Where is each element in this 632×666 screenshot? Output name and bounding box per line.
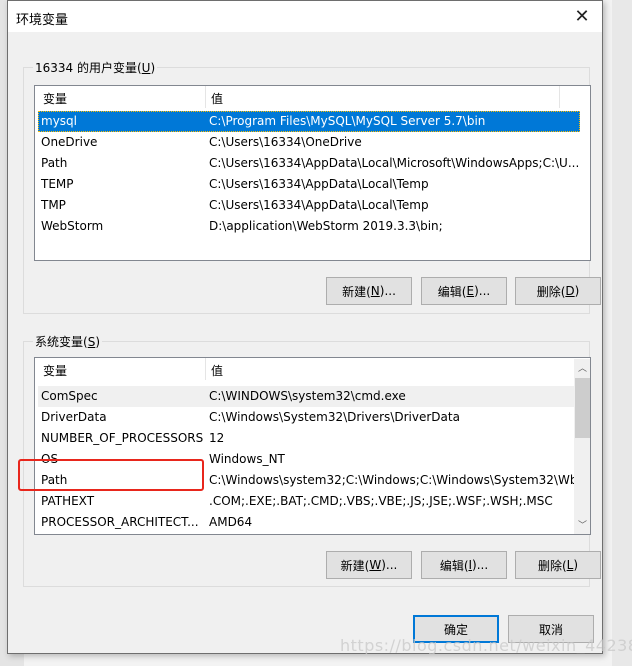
column-divider[interactable]: [559, 86, 560, 108]
background-window-right: [612, 0, 632, 666]
column-divider[interactable]: [205, 358, 206, 380]
column-header-value[interactable]: 值: [211, 90, 223, 107]
column-header-variable[interactable]: 变量: [43, 362, 67, 379]
user-edit-button[interactable]: 编辑(E)...: [421, 277, 507, 305]
scroll-down-button[interactable]: ﹀: [574, 516, 590, 533]
table-row[interactable]: OneDrive C:\Users\16334\OneDrive: [38, 132, 580, 153]
table-row[interactable]: TEMP C:\Users\16334\AppData\Local\Temp: [38, 174, 580, 195]
close-icon: ✕: [574, 6, 590, 27]
title-bar: 环境变量 ✕: [8, 1, 602, 32]
user-variables-list[interactable]: 变量 值 mysql C:\Program Files\MySQL\MySQL …: [34, 85, 591, 261]
user-variables-label: 16334 的用户变量(U): [33, 59, 158, 76]
table-row[interactable]: NUMBER_OF_PROCESSORS 12: [38, 428, 575, 449]
system-variables-label: 系统变量(S): [33, 333, 102, 350]
watermark: https://blog.csdn.net/weixin_44238796: [340, 636, 632, 655]
user-delete-button[interactable]: 删除(D): [515, 277, 601, 305]
system-variables-list[interactable]: 变量 值 ComSpec C:\WINDOWS\system32\cmd.exe…: [34, 357, 591, 535]
chevron-up-icon: ︿: [577, 364, 587, 374]
table-row[interactable]: TMP C:\Users\16334\AppData\Local\Temp: [38, 195, 580, 216]
system-new-button[interactable]: 新建(W)...: [326, 551, 412, 579]
table-row[interactable]: ComSpec C:\WINDOWS\system32\cmd.exe: [38, 386, 575, 407]
list-header: 变量 值: [35, 86, 590, 108]
table-row[interactable]: mysql C:\Program Files\MySQL\MySQL Serve…: [38, 111, 580, 132]
system-edit-button[interactable]: 编辑(I)...: [421, 551, 507, 579]
user-variables-group: 16334 的用户变量(U) 变量 值 mysql C:\Program Fil…: [23, 59, 601, 314]
column-header-value[interactable]: 值: [211, 362, 223, 379]
chevron-down-icon: ﹀: [577, 521, 587, 531]
table-row[interactable]: PROCESSOR_ARCHITECT... AMD64: [38, 512, 575, 533]
column-header-variable[interactable]: 变量: [43, 90, 67, 107]
column-divider[interactable]: [205, 86, 206, 108]
close-button[interactable]: ✕: [562, 1, 602, 32]
scroll-up-button[interactable]: ︿: [574, 359, 590, 376]
scrollbar-thumb[interactable]: [575, 378, 590, 438]
table-row[interactable]: WebStorm D:\application\WebStorm 2019.3.…: [38, 216, 580, 237]
vertical-scrollbar[interactable]: ︿ ﹀: [574, 359, 590, 534]
window-title: 环境变量: [16, 13, 69, 28]
user-new-button[interactable]: 新建(N)...: [326, 277, 412, 305]
system-delete-button[interactable]: 删除(L): [515, 551, 601, 579]
environment-variables-dialog: 环境变量 ✕ 16334 的用户变量(U) 变量 值 mysql C:\Prog…: [7, 0, 603, 654]
table-row[interactable]: PATHEXT .COM;.EXE;.BAT;.CMD;.VBS;.VBE;.J…: [38, 491, 575, 512]
table-row[interactable]: Path C:\Users\16334\AppData\Local\Micros…: [38, 153, 580, 174]
annotation-highlight-box: [18, 459, 204, 491]
table-row[interactable]: DriverData C:\Windows\System32\Drivers\D…: [38, 407, 575, 428]
list-header: 变量 值: [35, 358, 590, 380]
